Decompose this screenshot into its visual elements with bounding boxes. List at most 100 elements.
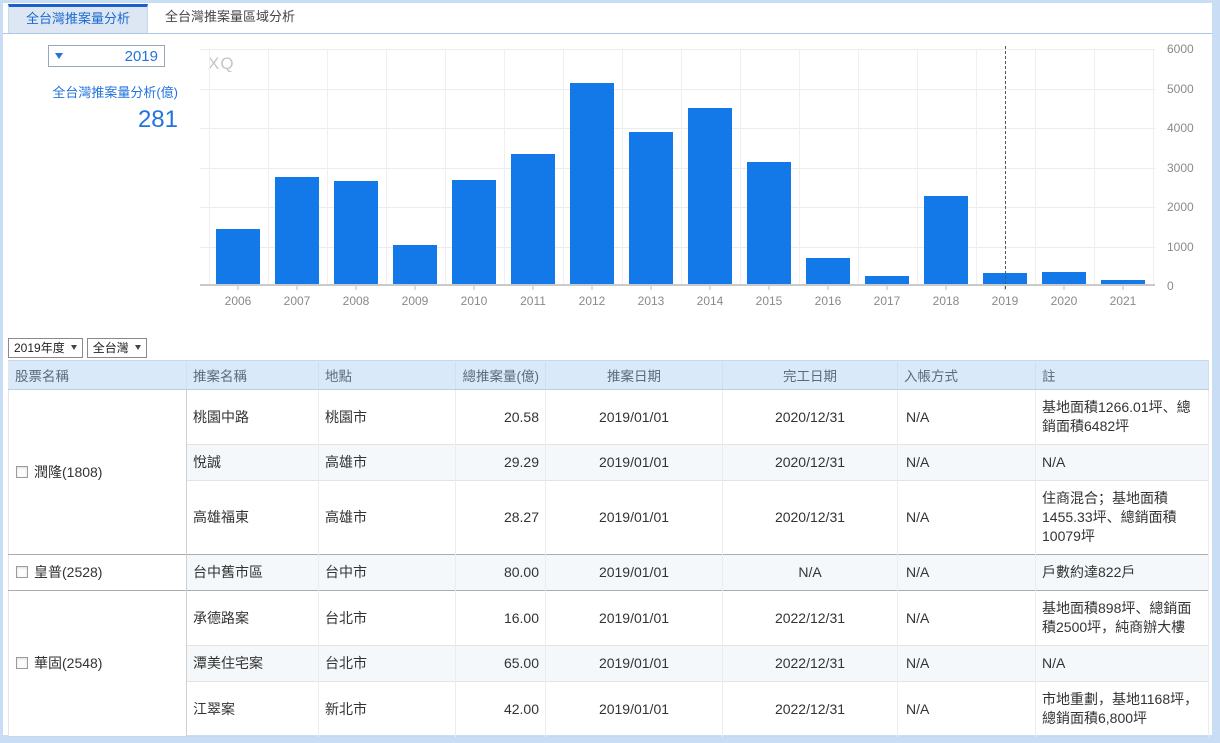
location-cell: 桃園市 <box>319 390 456 445</box>
metric-label: 全台灣推案量分析(億) <box>13 82 178 101</box>
location-cell: 台中市 <box>319 555 456 591</box>
x-tick-label: 2011 <box>520 294 546 308</box>
x-tick-label: 2014 <box>697 294 724 308</box>
x-axis-tick <box>651 286 652 290</box>
completion-date-cell: 2020/12/31 <box>723 445 898 481</box>
x-tick-label: 2012 <box>579 294 606 308</box>
bar-2014[interactable] <box>688 108 732 284</box>
bar-2017[interactable] <box>865 276 909 284</box>
stock-cell: 華固(2548) <box>9 591 187 737</box>
y-tick-label: 0 <box>1167 279 1174 293</box>
gridline <box>1153 49 1154 284</box>
note-cell: N/A <box>1036 646 1209 682</box>
location-cell: 高雄市 <box>319 445 456 481</box>
x-tick-label: 2019 <box>992 294 1019 308</box>
booking-method-cell: N/A <box>898 591 1036 646</box>
launch-date-cell: 2019/01/01 <box>546 682 723 737</box>
x-axis-tick <box>474 286 475 290</box>
y-tick-label: 4000 <box>1167 121 1194 135</box>
tab-1[interactable]: 全台灣推案量分析 <box>8 4 148 33</box>
region-filter-select[interactable]: 全台灣 <box>87 338 147 358</box>
stock-cell: 皇普(2528) <box>9 555 187 591</box>
x-tick-label: 2013 <box>638 294 665 308</box>
table-row: 潭美住宅案台北市65.002019/01/012022/12/31N/AN/A <box>9 646 1209 682</box>
bar-2015[interactable] <box>747 162 791 284</box>
table-row: 皇普(2528)台中舊市區台中市80.002019/01/01N/AN/A戶數約… <box>9 555 1209 591</box>
bar-2008[interactable] <box>334 181 378 284</box>
booking-method-cell: N/A <box>898 481 1036 555</box>
y-tick-label: 1000 <box>1167 240 1194 254</box>
gridline <box>1094 49 1095 284</box>
x-tick-label: 2006 <box>225 294 252 308</box>
bar-2013[interactable] <box>629 132 673 284</box>
metric-value: 281 <box>13 106 178 134</box>
y-tick-label: 2000 <box>1167 200 1194 214</box>
launch-date-cell: 2019/01/01 <box>546 591 723 646</box>
location-cell: 新北市 <box>319 682 456 737</box>
bar-2020[interactable] <box>1042 272 1086 284</box>
launch-date-cell: 2019/01/01 <box>546 481 723 555</box>
app-window: 全台灣推案量分析全台灣推案量區域分析 2019 全台灣推案量分析(億) 281 … <box>3 3 1212 735</box>
x-axis-tick <box>297 286 298 290</box>
launch-date-cell: 2019/01/01 <box>546 390 723 445</box>
year-filter-select[interactable]: 2019年度 <box>8 338 83 358</box>
gridline <box>200 128 1155 129</box>
xq-watermark: XQ <box>208 54 235 74</box>
bar-2012[interactable] <box>570 83 614 284</box>
column-header: 總推案量(億) <box>456 361 546 390</box>
column-header: 完工日期 <box>723 361 898 390</box>
bar-2006[interactable] <box>216 229 260 284</box>
x-tick-label: 2018 <box>933 294 960 308</box>
tab-bar: 全台灣推案量分析全台灣推案量區域分析 <box>3 3 1212 34</box>
stock-checkbox[interactable] <box>16 657 28 669</box>
completion-date-cell: 2022/12/31 <box>723 646 898 682</box>
launch-date-cell: 2019/01/01 <box>546 646 723 682</box>
location-cell: 台北市 <box>319 646 456 682</box>
completion-date-cell: 2020/12/31 <box>723 481 898 555</box>
x-tick-label: 2020 <box>1051 294 1078 308</box>
x-axis-tick <box>1123 286 1124 290</box>
bar-2011[interactable] <box>511 154 555 284</box>
panel-year-dropdown[interactable]: 2019 <box>48 45 165 67</box>
bar-2007[interactable] <box>275 177 319 284</box>
project-name-cell: 江翠案 <box>187 682 319 737</box>
y-tick-label: 5000 <box>1167 82 1194 96</box>
bar-2010[interactable] <box>452 180 496 284</box>
x-tick-label: 2016 <box>815 294 842 308</box>
metric-panel: 全台灣推案量分析(億) 281 <box>13 82 178 134</box>
x-tick-label: 2021 <box>1110 294 1137 308</box>
y-tick-label: 6000 <box>1167 42 1194 56</box>
dropdown-arrow-icon <box>135 345 141 350</box>
bar-2018[interactable] <box>924 196 968 284</box>
gridline <box>976 49 977 284</box>
gridline <box>445 49 446 284</box>
stock-name: 潤隆(1808) <box>34 464 102 480</box>
gridline <box>209 49 210 284</box>
column-header: 註 <box>1036 361 1209 390</box>
x-axis-tick <box>533 286 534 290</box>
stock-checkbox[interactable] <box>16 566 28 578</box>
x-axis-tick <box>710 286 711 290</box>
bar-2009[interactable] <box>393 245 437 285</box>
tab-2[interactable]: 全台灣推案量區域分析 <box>148 4 312 33</box>
gridline <box>858 49 859 284</box>
chart-section: 2019 全台灣推案量分析(億) 281 XQ 2006200720082009… <box>3 34 1212 335</box>
year-filter-value: 2019年度 <box>14 339 65 356</box>
location-cell: 台北市 <box>319 591 456 646</box>
booking-method-cell: N/A <box>898 682 1036 737</box>
table-row: 江翠案新北市42.002019/01/012022/12/31N/A市地重劃，基… <box>9 682 1209 737</box>
note-cell: 市地重劃，基地1168坪，總銷面積6,800坪 <box>1036 682 1209 737</box>
volume-cell: 29.29 <box>456 445 546 481</box>
x-axis-tick <box>238 286 239 290</box>
gridline <box>917 49 918 284</box>
stock-name: 華固(2548) <box>34 655 102 671</box>
stock-checkbox[interactable] <box>16 466 28 478</box>
x-tick-label: 2017 <box>874 294 901 308</box>
panel-year-value: 2019 <box>125 48 158 65</box>
location-cell: 高雄市 <box>319 481 456 555</box>
bar-2021[interactable] <box>1101 280 1145 284</box>
table-row: 高雄福東高雄市28.272019/01/012020/12/31N/A住商混合；… <box>9 481 1209 555</box>
gridline <box>268 49 269 284</box>
bar-2016[interactable] <box>806 258 850 284</box>
gridline <box>504 49 505 284</box>
